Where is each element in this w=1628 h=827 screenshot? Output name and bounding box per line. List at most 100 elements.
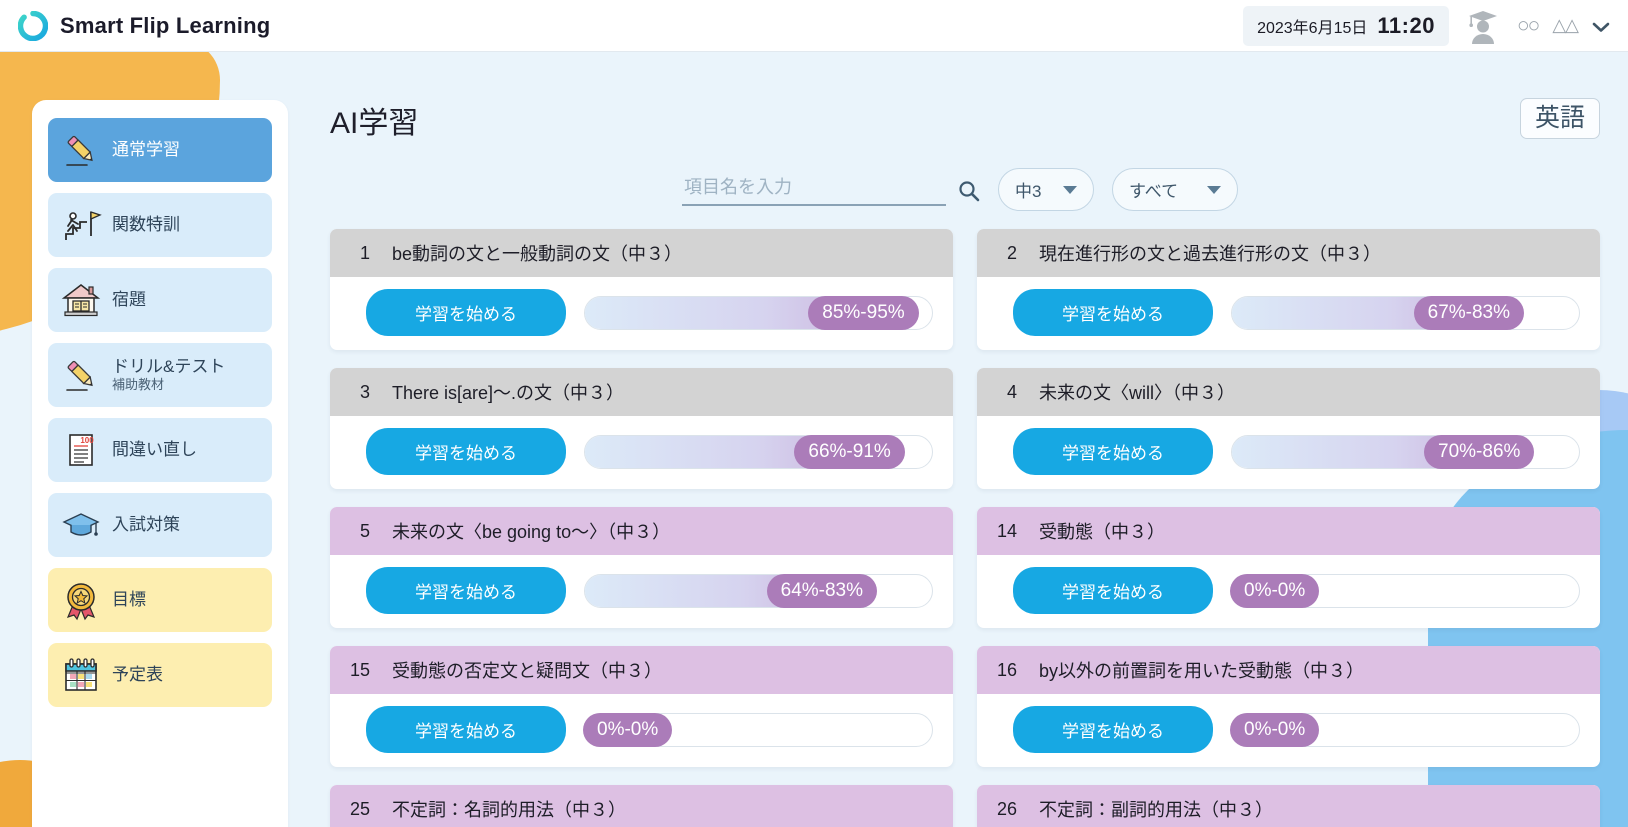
study-card-header: 25 不定詞：名詞的用法（中３） — [330, 785, 953, 827]
chevron-down-icon[interactable] — [1592, 20, 1610, 32]
progress-bar: 0%-0% — [584, 713, 933, 747]
sidebar: 通常学習 関数特訓 — [32, 100, 288, 827]
sidebar-item-homework[interactable]: 宿題 — [48, 268, 272, 332]
graduation-cap-icon — [60, 504, 102, 546]
progress-bar: 67%-83% — [1231, 296, 1580, 330]
study-card: 16by以外の前置詞を用いた受動態（中３） 学習を始める 0%-0% — [977, 646, 1600, 767]
search-icon[interactable] — [958, 180, 980, 202]
sidebar-item-label: 間違い直し — [112, 440, 197, 460]
study-card-body: 学習を始める85%-95% — [330, 277, 953, 350]
study-card-header: 4 未来の文〈will〉（中３） — [977, 368, 1600, 416]
study-card-header: 14 受動態（中３） — [977, 507, 1600, 555]
study-card-title: 未来の文〈be going to〜〉（中３） — [392, 518, 670, 544]
chevron-down-icon — [1063, 186, 1077, 194]
app-header: Smart Flip Learning 2023年6月15日 11:20 ○○ … — [0, 0, 1628, 52]
start-study-button[interactable]: 学習を始める — [1013, 428, 1213, 475]
progress-range-label: 66%-91% — [794, 435, 904, 469]
start-study-button[interactable]: 学習を始める — [366, 706, 566, 753]
chevron-down-icon — [1207, 186, 1221, 194]
study-cards-grid: 1 be動詞の文と一般動詞の文（中３） 学習を始める85%-95% 2現在進行形の文と… — [330, 229, 1600, 827]
progress-bar: 0%-0% — [1231, 713, 1580, 747]
start-study-button[interactable]: 学習を始める — [366, 289, 566, 336]
study-card-title: be動詞の文と一般動詞の文（中３） — [392, 240, 682, 266]
datetime-chip: 2023年6月15日 11:20 — [1243, 6, 1449, 46]
user-circles-icon: ○○ — [1517, 14, 1538, 38]
study-card-title: 不定詞：名詞的用法（中３） — [392, 796, 626, 822]
title-row: AI学習 英語 — [330, 62, 1600, 142]
scope-filter-value: すべて — [1129, 177, 1178, 202]
study-card-number: 1 — [348, 243, 370, 264]
test-paper-icon: 100 — [60, 429, 102, 471]
progress-range-label: 0%-0% — [1230, 713, 1319, 747]
sidebar-item-drill-and-test[interactable]: ドリル&テスト 補助教材 — [48, 343, 272, 407]
study-card: 14 受動態（中３） 学習を始める 0%-0% — [977, 507, 1600, 628]
study-card: 15受動態の否定文と疑問文（中３） 学習を始める 0%-0% — [330, 646, 953, 767]
study-card-header: 15受動態の否定文と疑問文（中３） — [330, 646, 953, 694]
progress-range-label: 70%-86% — [1424, 435, 1534, 469]
study-card-header: 16by以外の前置詞を用いた受動態（中３） — [977, 646, 1600, 694]
pencil-icon — [60, 354, 102, 396]
header-right: 2023年6月15日 11:20 ○○ △△ — [1243, 6, 1610, 46]
study-card-number: 2 — [995, 243, 1017, 264]
app-root: Smart Flip Learning 2023年6月15日 11:20 ○○ … — [0, 0, 1628, 827]
sidebar-label-wrap: ドリル&テスト 補助教材 — [112, 357, 225, 393]
sidebar-item-label: 入試対策 — [112, 515, 180, 535]
calendar-icon — [60, 654, 102, 696]
avatar[interactable] — [1463, 8, 1503, 44]
sidebar-item-normal-study[interactable]: 通常学習 — [48, 118, 272, 182]
progress-range-label: 64%-83% — [767, 574, 877, 608]
header-time: 11:20 — [1377, 13, 1435, 39]
start-study-button[interactable]: 学習を始める — [1013, 706, 1213, 753]
progress-range-label: 67%-83% — [1414, 296, 1524, 330]
brand[interactable]: Smart Flip Learning — [18, 11, 270, 41]
progress-range-label: 0%-0% — [583, 713, 672, 747]
user-triangles-icon: △△ — [1552, 15, 1578, 36]
progress-bar: 64%-83% — [584, 574, 933, 608]
start-study-button[interactable]: 学習を始める — [1013, 567, 1213, 614]
study-card-title: 未来の文〈will〉（中３） — [1039, 379, 1235, 405]
sidebar-label-wrap: 入試対策 — [112, 515, 180, 535]
study-card-body: 学習を始める 67%-83% — [977, 277, 1600, 350]
logo-icon — [18, 11, 48, 41]
study-card-title: by以外の前置詞を用いた受動態（中３） — [1039, 657, 1364, 683]
start-study-button[interactable]: 学習を始める — [366, 428, 566, 475]
grade-filter-select[interactable]: 中3 — [998, 168, 1094, 211]
scope-filter-select[interactable]: すべて — [1112, 168, 1238, 211]
progress-bar: 0%-0% — [1231, 574, 1580, 608]
study-card-number: 5 — [348, 521, 370, 542]
study-card-body: 学習を始める 0%-0% — [330, 694, 953, 767]
grade-filter-value: 中3 — [1015, 177, 1041, 202]
sidebar-item-exam-prep[interactable]: 入試対策 — [48, 493, 272, 557]
study-card-number: 14 — [995, 521, 1017, 542]
start-study-button[interactable]: 学習を始める — [366, 567, 566, 614]
sidebar-label-wrap: 通常学習 — [112, 140, 180, 160]
sidebar-item-function-training[interactable]: 関数特訓 — [48, 193, 272, 257]
study-card-header: 26不定詞：副詞的用法（中３） — [977, 785, 1600, 827]
sidebar-item-goal[interactable]: 目標 — [48, 568, 272, 632]
sidebar-item-label: 通常学習 — [112, 140, 180, 160]
sidebar-label-wrap: 宿題 — [112, 290, 146, 310]
subject-badge[interactable]: 英語 — [1520, 98, 1600, 139]
sidebar-label-wrap: 間違い直し — [112, 440, 197, 460]
study-card-title: There is[are]〜.の文（中３） — [392, 379, 624, 405]
study-card: 5 未来の文〈be going to〜〉（中３） 学習を始める 64%-83% — [330, 507, 953, 628]
start-study-button[interactable]: 学習を始める — [1013, 289, 1213, 336]
runner-flag-icon — [60, 204, 102, 246]
study-card-header: 3There is[are]〜.の文（中３） — [330, 368, 953, 416]
sidebar-item-mistake-review[interactable]: 100 間違い直し — [48, 418, 272, 482]
study-card: 4 未来の文〈will〉（中３） 学習を始める 70%-86% — [977, 368, 1600, 489]
study-card-number: 4 — [995, 382, 1017, 403]
study-card-header: 2現在進行形の文と過去進行形の文（中３） — [977, 229, 1600, 277]
search-input[interactable] — [682, 174, 946, 206]
study-card-title: 受動態（中３） — [1039, 518, 1165, 544]
main-content: AI学習 英語 中3 すべて 1be動詞の文 — [300, 62, 1628, 827]
sidebar-item-label: 予定表 — [112, 665, 163, 685]
study-card-body: 学習を始める 64%-83% — [330, 555, 953, 628]
study-card: 1 be動詞の文と一般動詞の文（中３） 学習を始める85%-95% — [330, 229, 953, 350]
brand-title: Smart Flip Learning — [60, 13, 270, 39]
study-card-body: 学習を始める 0%-0% — [977, 694, 1600, 767]
study-card-number: 25 — [348, 799, 370, 820]
sidebar-item-sublabel: 補助教材 — [112, 378, 225, 393]
sidebar-label-wrap: 予定表 — [112, 665, 163, 685]
sidebar-item-schedule[interactable]: 予定表 — [48, 643, 272, 707]
